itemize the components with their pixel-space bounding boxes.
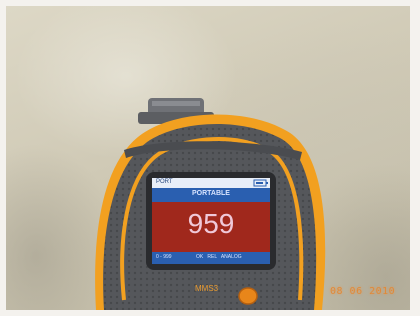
moisture-meter bbox=[95, 98, 326, 311]
status-text: PORT bbox=[156, 179, 173, 185]
model-label: MMS3 bbox=[195, 284, 219, 293]
screen-footer-right: OK REL ANALOG bbox=[196, 254, 242, 260]
photo-frame: PORT PORTABLE 959 0 ‑ 999 OK REL ANALOG … bbox=[0, 0, 420, 316]
screen-header: PORTABLE bbox=[192, 190, 230, 197]
date-stamp: 08 06 2010 bbox=[330, 286, 396, 297]
screen-footer-left: 0 ‑ 999 bbox=[156, 254, 172, 260]
moisture-reading: 959 bbox=[187, 208, 235, 239]
power-button-icon[interactable] bbox=[238, 287, 258, 305]
